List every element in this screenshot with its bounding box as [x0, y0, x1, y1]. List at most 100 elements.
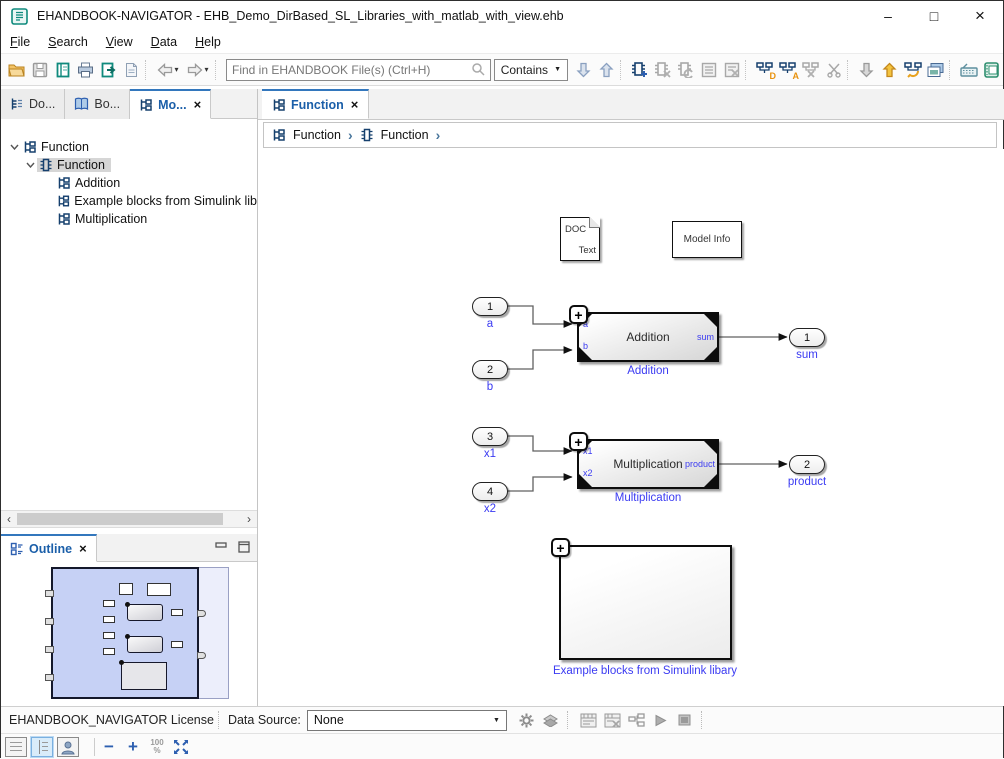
open-icon[interactable] [5, 57, 28, 83]
menu-search[interactable]: Search [39, 33, 97, 51]
save-icon[interactable] [28, 57, 51, 83]
chevron-down-icon[interactable] [23, 162, 37, 168]
keyboard-icon[interactable] [957, 57, 980, 83]
diagram-a-icon[interactable]: A [776, 57, 799, 83]
expand-badge[interactable]: + [551, 538, 570, 557]
back-icon[interactable]: ▾ [153, 57, 183, 83]
model-info-block[interactable]: Model Info [672, 221, 742, 258]
outline-thumbnail[interactable] [1, 562, 257, 705]
diagram-canvas[interactable]: DOC Text Model Info 1 a 2 b a b sum Addi… [258, 149, 1004, 706]
inport-2[interactable]: 2 [472, 360, 508, 379]
stop-icon[interactable] [673, 714, 697, 726]
clear-list-icon[interactable] [720, 57, 743, 83]
doc-text-block[interactable]: DOC Text [560, 217, 600, 261]
close-tab-icon[interactable]: × [194, 97, 202, 112]
outport-product[interactable]: 2 [789, 455, 825, 474]
tree-item-example-blocks[interactable]: Example blocks from Simulink lib [1, 192, 257, 210]
breadcrumb: Function › Function › [263, 122, 997, 148]
menu-file[interactable]: File [1, 33, 39, 51]
tab-model[interactable]: Mo... × [130, 89, 211, 119]
handbook-icon[interactable] [51, 57, 74, 83]
data-source-select[interactable]: None ▼ [307, 710, 507, 731]
close-button[interactable]: × [957, 1, 1003, 31]
find-field[interactable] [226, 59, 491, 81]
inport-1[interactable]: 1 [472, 297, 508, 316]
scissors-icon[interactable] [822, 57, 845, 83]
tree-item-multiplication[interactable]: Multiplication [1, 210, 257, 228]
example-blocks-block[interactable] [559, 545, 732, 660]
breadcrumb-item[interactable]: Function [381, 128, 429, 142]
zoom-out-icon[interactable]: − [97, 737, 121, 757]
inport-4[interactable]: 4 [472, 482, 508, 501]
pdf-icon[interactable] [120, 57, 143, 83]
tree-item-function-sub[interactable]: Function [1, 156, 257, 174]
search-input[interactable] [227, 63, 471, 77]
zoom-in-icon[interactable]: + [121, 737, 145, 757]
refresh-model-icon[interactable] [674, 57, 697, 83]
multiplication-block[interactable]: x1 x2 product Multiplication [577, 439, 719, 489]
mini-port [45, 618, 54, 625]
export-handbook-icon[interactable] [97, 57, 120, 83]
breadcrumb-item[interactable]: Function [293, 128, 341, 142]
next-result-icon[interactable] [572, 57, 595, 83]
expand-badge[interactable]: + [569, 432, 588, 451]
horizontal-scrollbar[interactable]: ‹ › [1, 510, 257, 528]
windows-icon[interactable] [924, 57, 947, 83]
notebook-icon[interactable] [980, 57, 1003, 83]
close-tab-icon[interactable]: × [351, 97, 359, 112]
maximize-panel-icon[interactable] [238, 541, 251, 553]
menu-view[interactable]: View [97, 33, 142, 51]
import-icon[interactable] [855, 57, 878, 83]
close-tab-icon[interactable]: × [79, 541, 87, 556]
tree-item-label: Addition [75, 176, 120, 190]
chevron-down-icon[interactable] [7, 144, 21, 150]
tree-item-function-root[interactable]: Function [1, 138, 257, 156]
minimize-panel-icon[interactable] [215, 541, 228, 553]
tab-documents[interactable]: Do... [1, 89, 65, 119]
tab-outline[interactable]: Outline × [1, 534, 97, 562]
minimize-button[interactable]: – [865, 1, 911, 31]
contains-dropdown[interactable]: Contains ▼ [494, 59, 568, 81]
add-model-icon[interactable] [628, 57, 651, 83]
view-document-icon[interactable] [5, 737, 27, 757]
forward-dropdown-icon[interactable]: ▾ [204, 65, 208, 74]
scroll-right-icon[interactable]: › [241, 512, 257, 526]
tab-function-diagram[interactable]: Function × [262, 89, 369, 119]
gear-icon[interactable] [515, 713, 539, 728]
prev-result-icon[interactable] [595, 57, 618, 83]
tree-item-addition[interactable]: Addition [1, 174, 257, 192]
corner-decoration [704, 347, 717, 360]
scroll-left-icon[interactable]: ‹ [1, 512, 17, 526]
forward-icon[interactable]: ▾ [183, 57, 213, 83]
view-person-icon[interactable] [57, 737, 79, 757]
remove-diagram-icon[interactable] [799, 57, 822, 83]
export-icon[interactable] [878, 57, 901, 83]
inport-3[interactable]: 3 [472, 427, 508, 446]
tree-item-label: Function [57, 158, 105, 172]
license-text: EHANDBOOK_NAVIGATOR License [9, 713, 214, 727]
menu-help[interactable]: Help [186, 33, 230, 51]
fit-to-view-icon[interactable] [169, 739, 193, 755]
diagram-d-icon[interactable]: D [753, 57, 776, 83]
scrollbar-thumb[interactable] [17, 513, 223, 525]
measurement-icon[interactable] [577, 713, 601, 728]
play-icon[interactable] [649, 714, 673, 727]
menu-data[interactable]: Data [142, 33, 186, 51]
diagram-history-icon[interactable] [901, 57, 924, 83]
zoom-100-icon[interactable]: 100% [145, 739, 169, 755]
remove-model-icon[interactable] [651, 57, 674, 83]
maximize-button[interactable]: □ [911, 1, 957, 31]
expand-badge[interactable]: + [569, 305, 588, 324]
view-split-icon[interactable] [31, 737, 53, 757]
print-icon[interactable] [74, 57, 97, 83]
addition-block[interactable]: a b sum Addition [577, 312, 719, 362]
outport-sum[interactable]: 1 [789, 328, 825, 347]
back-dropdown-icon[interactable]: ▾ [174, 65, 178, 74]
layers-icon[interactable] [539, 714, 563, 727]
mini-multiplication-block [127, 636, 163, 653]
mini-addition-block [127, 604, 163, 621]
measurement-remove-icon[interactable] [601, 713, 625, 728]
tab-bookmarks[interactable]: Bo... [65, 89, 130, 119]
measurement-config-icon[interactable] [625, 713, 649, 728]
list-icon[interactable] [697, 57, 720, 83]
